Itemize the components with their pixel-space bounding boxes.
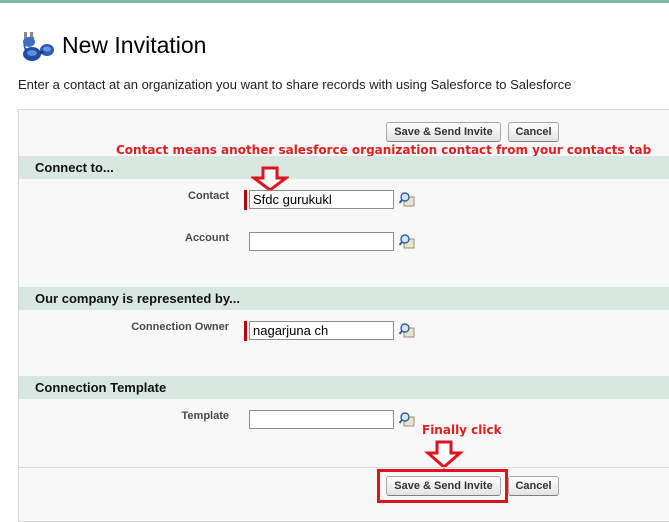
page-title: New Invitation [62,32,207,58]
section-title-our-company: Our company is represented by... [35,291,240,306]
account-input[interactable] [249,232,394,251]
connection-owner-input[interactable] [249,321,394,340]
account-lookup-icon[interactable] [399,233,415,249]
template-lookup-icon[interactable] [399,411,415,427]
section-connection-template: Connection Template [19,376,669,399]
connection-owner-required-indicator [244,321,247,341]
template-label: Template [181,410,229,422]
contact-input[interactable] [249,190,394,209]
finally-click-annotation: Finally click [422,423,502,437]
red-down-arrow-save [424,440,464,469]
page-description: Enter a contact at an organization you w… [18,77,572,92]
top-accent-bar [0,0,669,3]
contact-annotation: Contact means another salesforce organiz… [116,143,652,157]
red-down-arrow-contact [251,166,289,192]
save-send-invite-button-bottom[interactable]: Save & Send Invite [386,476,501,496]
salesforce-to-salesforce-connection-icon [23,32,54,61]
section-our-company: Our company is represented by... [19,287,669,310]
contact-lookup-icon[interactable] [399,191,415,207]
cancel-button-bottom[interactable]: Cancel [508,476,559,496]
footer-divider [19,467,669,468]
account-label: Account [185,232,229,244]
contact-label: Contact [188,190,229,202]
template-input[interactable] [249,410,394,429]
cancel-button-top[interactable]: Cancel [508,122,559,142]
save-send-invite-button-top[interactable]: Save & Send Invite [386,122,501,142]
section-title-connect-to: Connect to... [35,160,114,175]
section-title-connection-template: Connection Template [35,380,167,395]
contact-required-indicator [244,190,247,210]
connection-owner-label: Connection Owner [131,321,229,333]
connection-owner-lookup-icon[interactable] [399,322,415,338]
section-connect-to: Connect to... [19,156,669,179]
